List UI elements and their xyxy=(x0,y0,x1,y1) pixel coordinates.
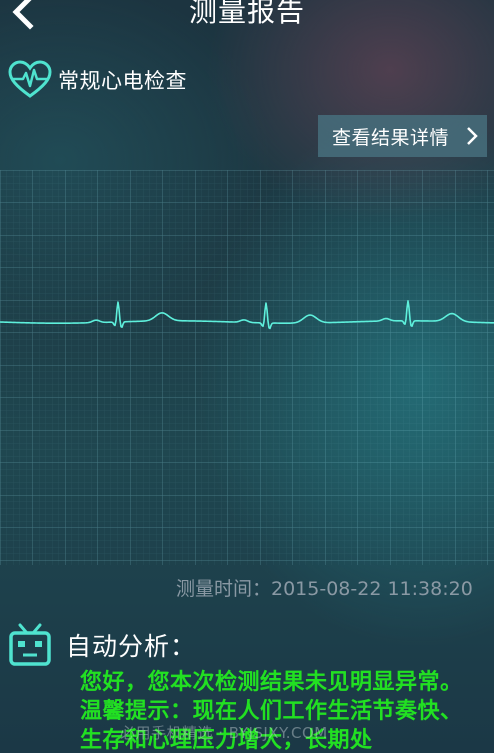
analysis-header: 自动分析： xyxy=(8,622,196,668)
view-details-button[interactable]: 查看结果详情 xyxy=(318,115,487,157)
chevron-right-icon xyxy=(467,127,478,145)
heart-pulse-icon xyxy=(8,60,52,98)
header: 测量报告 xyxy=(0,0,494,34)
ecg-grid xyxy=(0,170,494,565)
analysis-title: 自动分析： xyxy=(66,632,197,661)
exam-type-row: 常规心电检查 xyxy=(8,60,187,100)
robot-icon xyxy=(9,623,51,666)
exam-title: 常规心电检查 xyxy=(58,69,187,93)
watermark: 必用手机精选 · BYJSJXY.COM xyxy=(120,724,328,742)
page-title: 测量报告 xyxy=(188,0,305,28)
ecg-chart xyxy=(0,170,494,565)
view-details-label: 查看结果详情 xyxy=(332,126,450,149)
measurement-time: 测量时间：2015-08-22 11:38:20 xyxy=(176,578,473,600)
